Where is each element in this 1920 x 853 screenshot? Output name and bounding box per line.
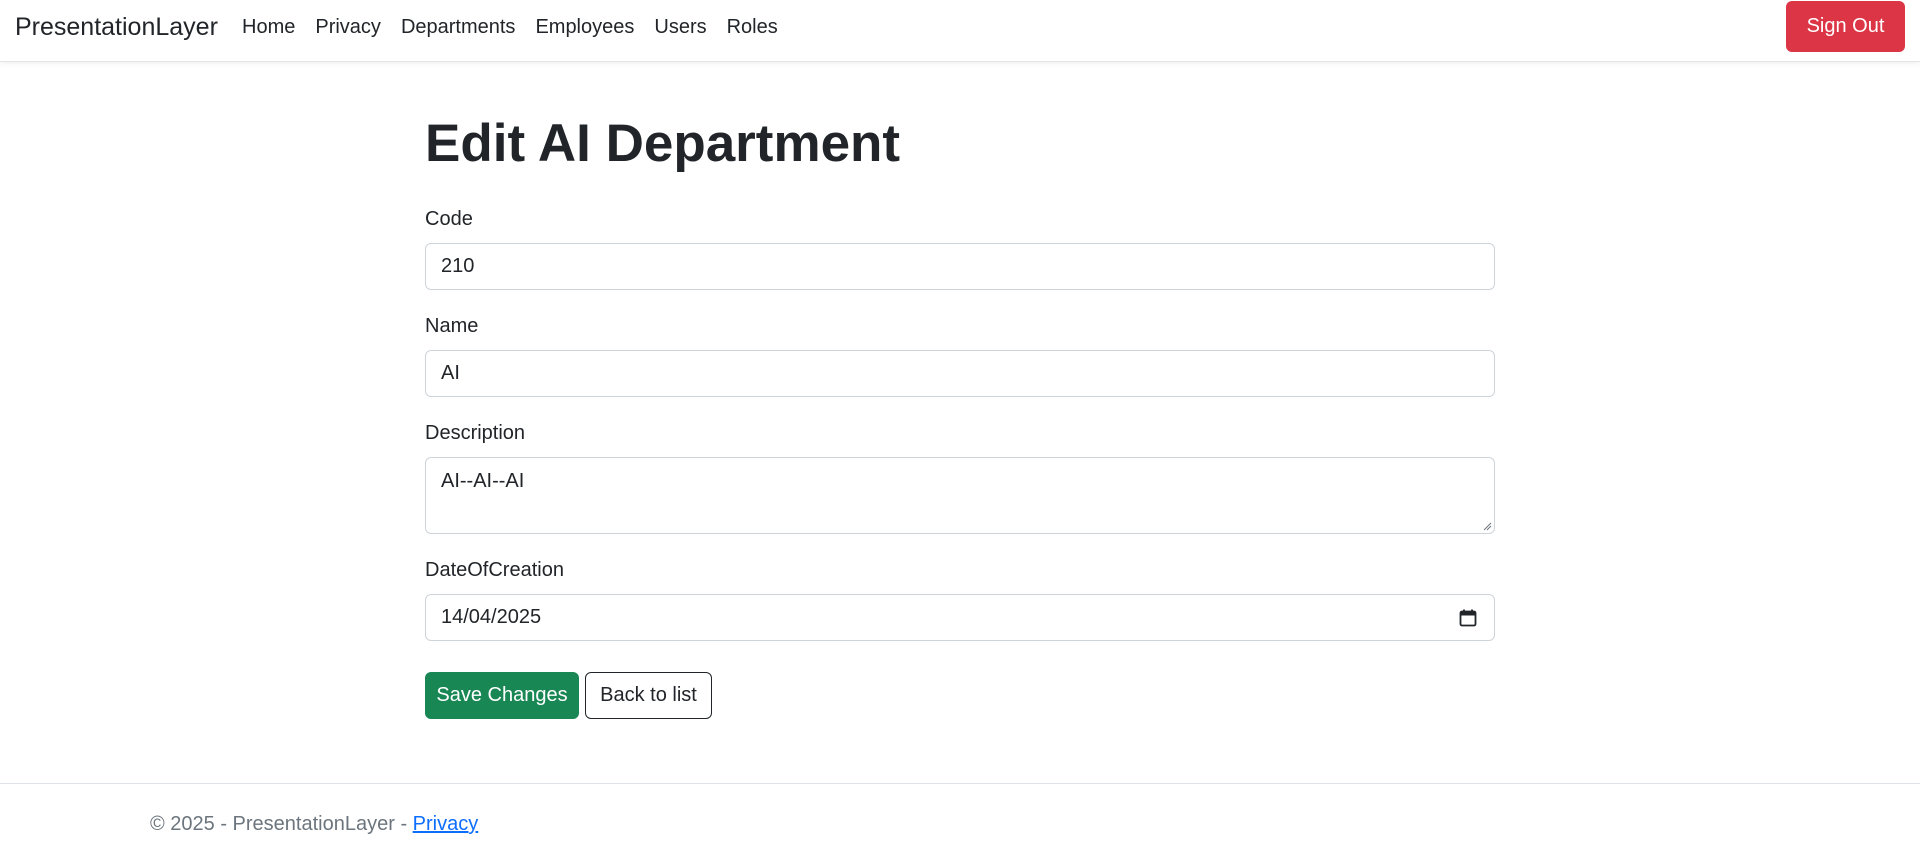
nav-link-users[interactable]: Users [644, 14, 716, 40]
footer-privacy-link[interactable]: Privacy [413, 813, 479, 835]
code-input[interactable]: 210 [425, 243, 1495, 290]
nav-link-home[interactable]: Home [232, 14, 305, 40]
back-to-list-button[interactable]: Back to list [585, 672, 712, 719]
brand-link[interactable]: PresentationLayer [15, 12, 218, 42]
copyright-text: © 2025 - PresentationLayer - [150, 813, 413, 835]
resize-handle-icon[interactable] [1482, 521, 1492, 531]
date-of-creation-label: DateOfCreation [425, 559, 564, 581]
save-changes-button[interactable]: Save Changes [425, 672, 579, 719]
date-of-creation-value: 14/04/2025 [441, 606, 542, 628]
footer: © 2025 - PresentationLayer - Privacy [0, 783, 1920, 853]
description-label: Description [425, 422, 526, 444]
description-value: AI--AI--AI [441, 470, 525, 492]
nav-link-departments[interactable]: Departments [391, 14, 526, 40]
footer-text: © 2025 - PresentationLayer - Privacy [150, 812, 478, 836]
page-title: Edit AI Department [425, 114, 901, 173]
name-label: Name [425, 315, 479, 337]
date-of-creation-input[interactable]: 14/04/2025 [425, 594, 1495, 641]
navbar: PresentationLayer Home Privacy Departmen… [0, 0, 1920, 62]
nav-link-employees[interactable]: Employees [525, 14, 644, 40]
nav-links: Home Privacy Departments Employees Users… [232, 14, 788, 40]
nav-link-privacy[interactable]: Privacy [305, 14, 391, 40]
description-textarea[interactable]: AI--AI--AI [425, 457, 1495, 534]
name-input[interactable]: AI [425, 350, 1495, 397]
code-label: Code [425, 208, 473, 230]
calendar-icon[interactable] [1458, 608, 1478, 628]
sign-out-button[interactable]: Sign Out [1786, 1, 1905, 52]
nav-link-roles[interactable]: Roles [717, 14, 788, 40]
